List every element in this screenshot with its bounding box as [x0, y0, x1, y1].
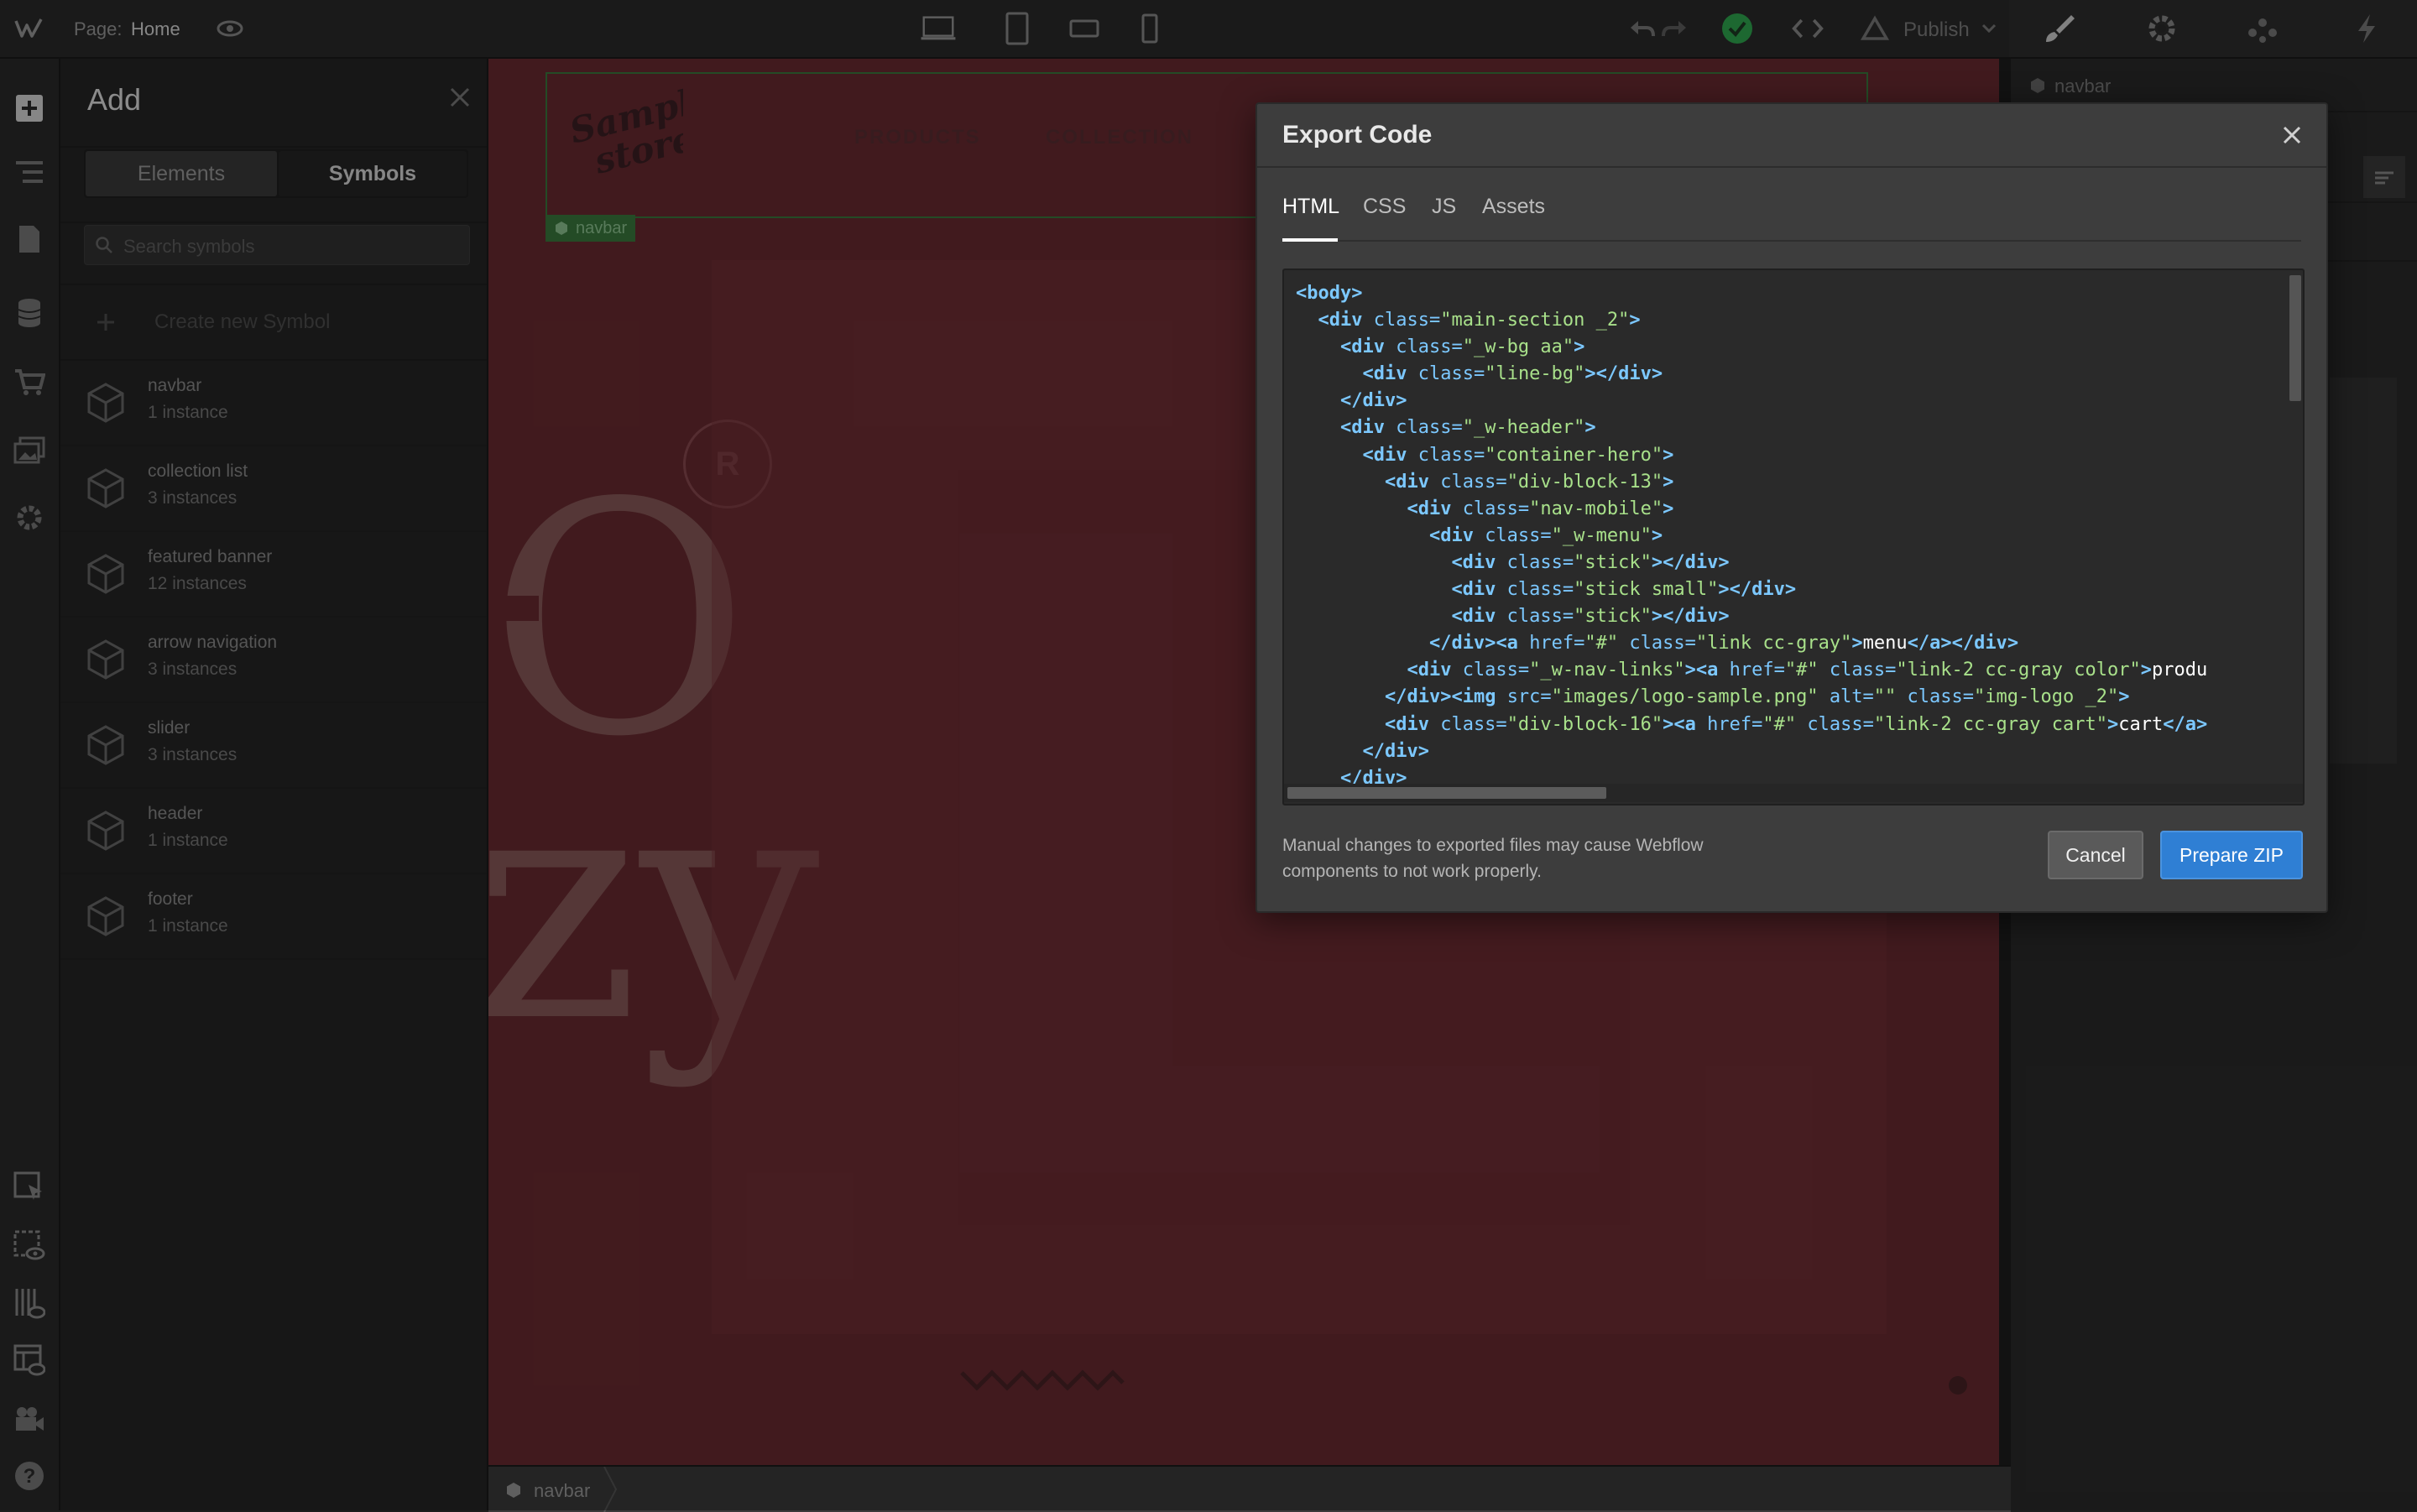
export-code-dialog: Export Code HTML CSS JS Assets <body> <d…	[1255, 102, 2328, 913]
dialog-title: Export Code	[1282, 121, 1433, 149]
close-icon[interactable]	[2278, 121, 2306, 149]
warning-note: Manual changes to exported files may cau…	[1282, 836, 1704, 881]
prepare-zip-button[interactable]: Prepare ZIP	[2160, 831, 2303, 879]
active-tab-indicator	[1282, 238, 1338, 242]
tabs-divider	[1282, 240, 2301, 242]
vertical-scrollbar[interactable]	[2289, 275, 2301, 401]
tab-css[interactable]: CSS	[1363, 195, 1406, 219]
code-viewer[interactable]: <body> <div class="main-section _2"> <di…	[1282, 269, 2305, 806]
cancel-button[interactable]: Cancel	[2048, 831, 2143, 879]
tab-html[interactable]: HTML	[1282, 195, 1339, 219]
tab-assets[interactable]: Assets	[1482, 195, 1545, 219]
dialog-header: Export Code	[1257, 104, 2326, 168]
horizontal-scrollbar[interactable]	[1287, 787, 1606, 799]
code-content[interactable]: <body> <div class="main-section _2"> <di…	[1296, 280, 2207, 792]
tab-js[interactable]: JS	[1432, 195, 1456, 219]
